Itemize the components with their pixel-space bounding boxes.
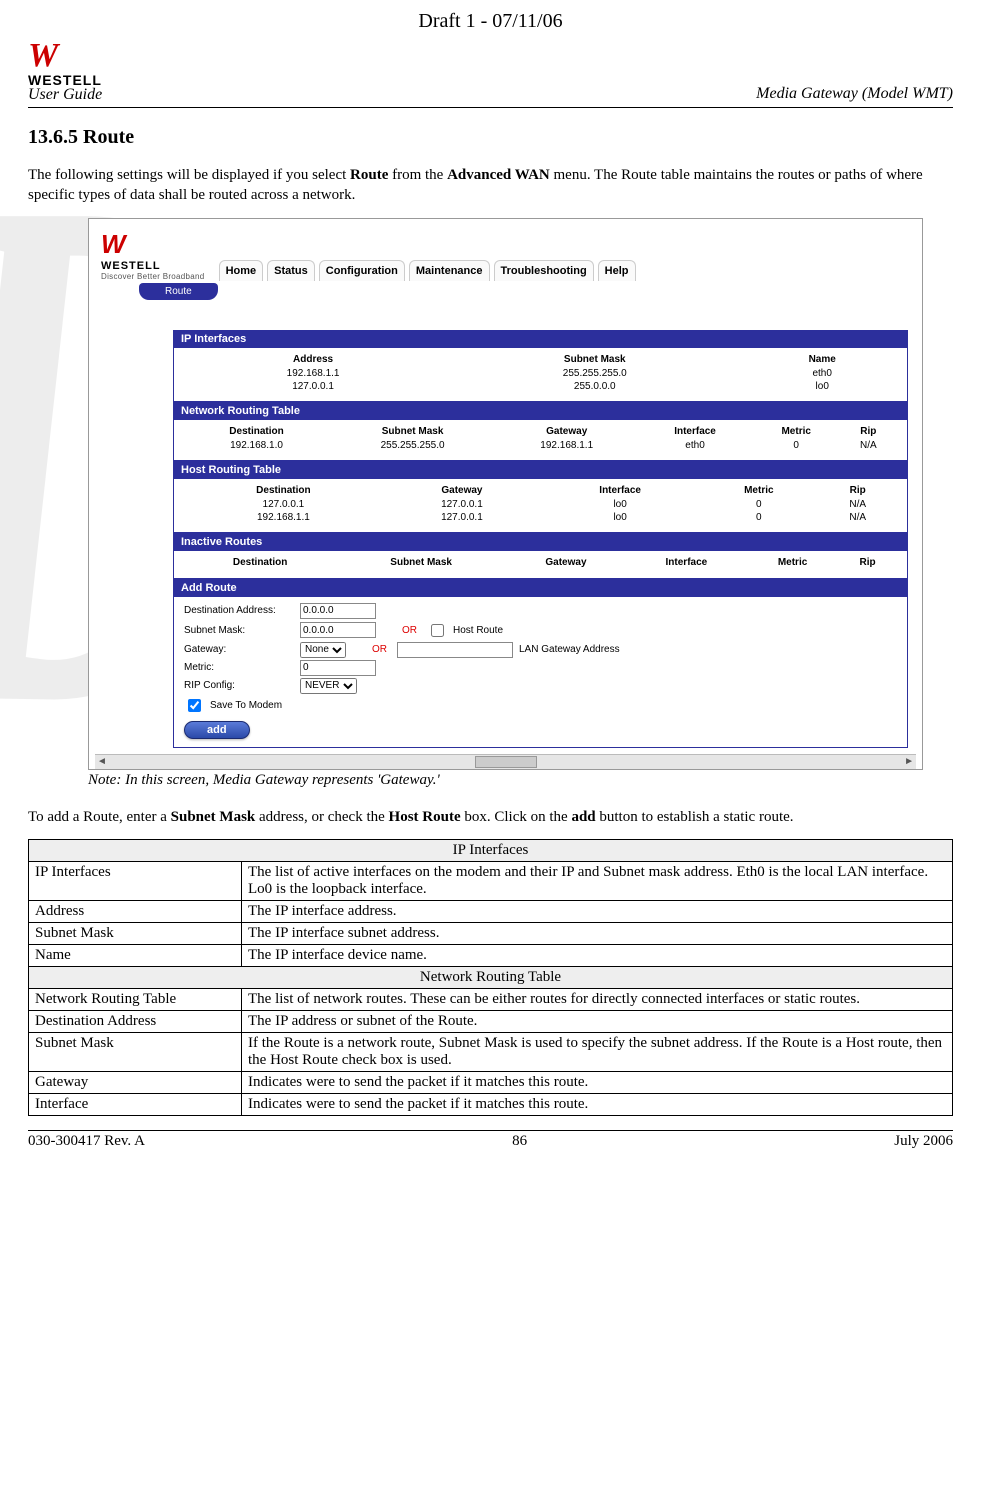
desc-section-ip: IP Interfaces (29, 839, 953, 861)
intro-paragraph: The following settings will be displayed… (28, 165, 953, 206)
ss-tagline: Discover Better Broadband (101, 272, 205, 281)
rip-label: RIP Config: (184, 680, 294, 691)
page-header: W WESTELL User Guide Media Gateway (Mode… (28, 39, 953, 108)
tab-status[interactable]: Status (267, 260, 315, 281)
logo-text: WESTELL (28, 73, 102, 87)
table-row: Network Routing TableThe list of network… (29, 988, 953, 1010)
tab-maintenance[interactable]: Maintenance (409, 260, 490, 281)
table-row: 192.168.1.1127.0.0.1lo00N/A (184, 511, 897, 524)
table-row: NameThe IP interface device name. (29, 944, 953, 966)
ss-logo: W WESTELL Discover Better Broadband (101, 229, 205, 281)
panel-net-routing-header: Network Routing Table (173, 402, 908, 420)
lan-gateway-label: LAN Gateway Address (519, 644, 620, 655)
or-label-1: OR (402, 625, 417, 636)
screenshot-note: Note: In this screen, Media Gateway repr… (88, 772, 953, 789)
subnet-mask-input[interactable] (300, 622, 376, 638)
tab-troubleshooting[interactable]: Troubleshooting (494, 260, 594, 281)
table-row: Subnet MaskThe IP interface subnet addre… (29, 922, 953, 944)
dest-address-input[interactable] (300, 603, 376, 619)
host-route-checkbox[interactable] (431, 624, 444, 637)
table-row: Destination AddressThe IP address or sub… (29, 1010, 953, 1032)
scroll-left-icon[interactable]: ◄ (97, 756, 107, 767)
page-footer: 030-300417 Rev. A 86 July 2006 (28, 1130, 953, 1150)
tab-home[interactable]: Home (219, 260, 264, 281)
tab-help[interactable]: Help (598, 260, 636, 281)
table-row: 192.168.1.1255.255.255.0eth0 (184, 367, 897, 380)
nav-tabs: Home Status Configuration Maintenance Tr… (219, 260, 636, 281)
table-row: IP InterfacesThe list of active interfac… (29, 861, 953, 900)
scroll-right-icon[interactable]: ► (904, 756, 914, 767)
logo-mark-icon: W (28, 39, 102, 73)
footer-right: July 2006 (894, 1133, 953, 1150)
gateway-select[interactable]: None (300, 642, 346, 658)
host-routing-table: DestinationGatewayInterfaceMetricRip 127… (184, 483, 897, 524)
section-heading: 13.6.5 Route (28, 126, 953, 149)
ip-interfaces-table: AddressSubnet MaskName 192.168.1.1255.25… (184, 352, 897, 393)
footer-page-number: 86 (512, 1133, 527, 1150)
inactive-routes-table: DestinationSubnet MaskGatewayInterfaceMe… (184, 555, 897, 570)
metric-input[interactable] (300, 660, 376, 676)
tab-configuration[interactable]: Configuration (319, 260, 405, 281)
save-to-modem-label: Save To Modem (210, 700, 282, 711)
ss-logo-mark-icon: W (101, 229, 205, 260)
panel-ip-interfaces-header: IP Interfaces (173, 330, 908, 348)
mask-label: Subnet Mask: (184, 625, 294, 636)
host-route-label: Host Route (453, 625, 503, 636)
footer-left: 030-300417 Rev. A (28, 1133, 145, 1150)
table-row: 192.168.1.0255.255.255.0192.168.1.1eth00… (184, 439, 897, 452)
table-row: InterfaceIndicates were to send the pack… (29, 1093, 953, 1115)
gw-label: Gateway: (184, 644, 294, 655)
table-row: Subnet MaskIf the Route is a network rou… (29, 1032, 953, 1071)
metric-label: Metric: (184, 662, 294, 673)
save-to-modem-checkbox[interactable] (188, 699, 201, 712)
draft-header: Draft 1 - 07/11/06 (28, 10, 953, 33)
brand-logo: W WESTELL User Guide (28, 39, 102, 103)
sub-tab-route[interactable]: Route (139, 283, 218, 300)
lan-gateway-input[interactable] (397, 642, 513, 658)
table-row: AddressThe IP interface address. (29, 900, 953, 922)
ss-logo-text: WESTELL (101, 260, 205, 272)
net-routing-table: DestinationSubnet MaskGatewayInterfaceMe… (184, 424, 897, 452)
desc-section-net: Network Routing Table (29, 966, 953, 988)
or-label-2: OR (372, 644, 387, 655)
panel-host-routing-header: Host Routing Table (173, 461, 908, 479)
add-route-paragraph: To add a Route, enter a Subnet Mask addr… (28, 807, 953, 827)
panel-add-route-header: Add Route (173, 579, 908, 597)
table-row: 127.0.0.1255.0.0.0lo0 (184, 380, 897, 393)
dest-label: Destination Address: (184, 605, 294, 616)
horizontal-scrollbar[interactable]: ◄ ► (95, 754, 916, 769)
scroll-thumb[interactable] (475, 756, 537, 768)
table-row: GatewayIndicates were to send the packet… (29, 1071, 953, 1093)
panel-inactive-routes-header: Inactive Routes (173, 533, 908, 551)
user-guide-label: User Guide (28, 87, 102, 103)
add-button[interactable]: add (184, 721, 250, 739)
rip-config-select[interactable]: NEVER (300, 678, 357, 694)
table-row: 127.0.0.1127.0.0.1lo00N/A (184, 498, 897, 511)
description-table: IP Interfaces IP InterfacesThe list of a… (28, 839, 953, 1116)
model-label: Media Gateway (Model WMT) (756, 85, 953, 103)
router-ui-screenshot: W WESTELL Discover Better Broadband Home… (88, 218, 923, 770)
